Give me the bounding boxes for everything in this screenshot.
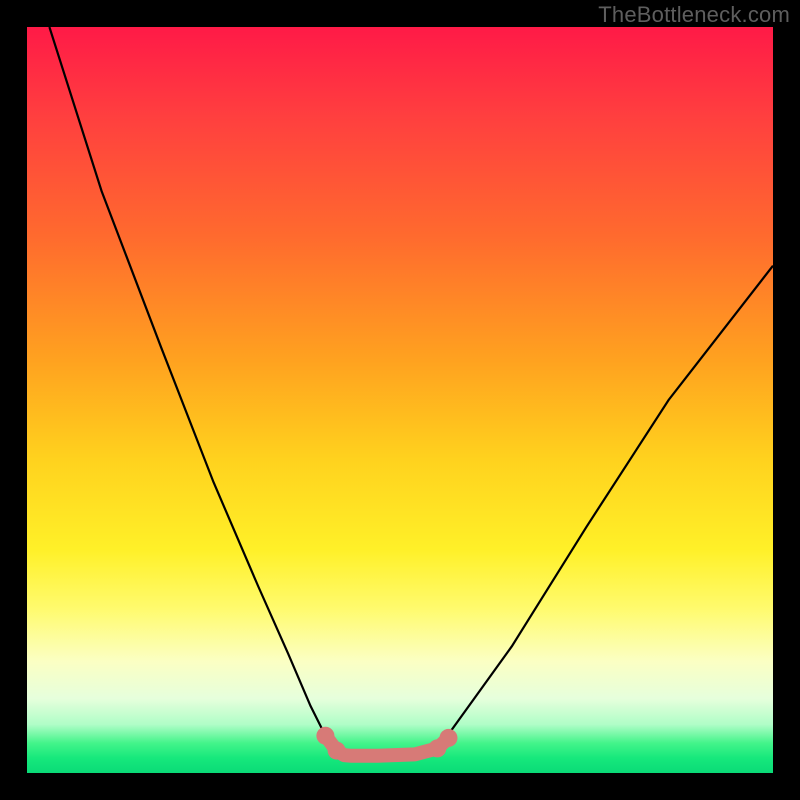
- watermark-text: TheBottleneck.com: [598, 2, 790, 28]
- marker-dot: [328, 742, 346, 760]
- plot-area: [27, 27, 773, 773]
- marker-dot: [316, 727, 334, 745]
- black-curve-path: [49, 27, 773, 756]
- marker-dot: [440, 729, 458, 747]
- chart-frame: TheBottleneck.com: [0, 0, 800, 800]
- chart-svg: [27, 27, 773, 773]
- series-black-curve: [49, 27, 773, 756]
